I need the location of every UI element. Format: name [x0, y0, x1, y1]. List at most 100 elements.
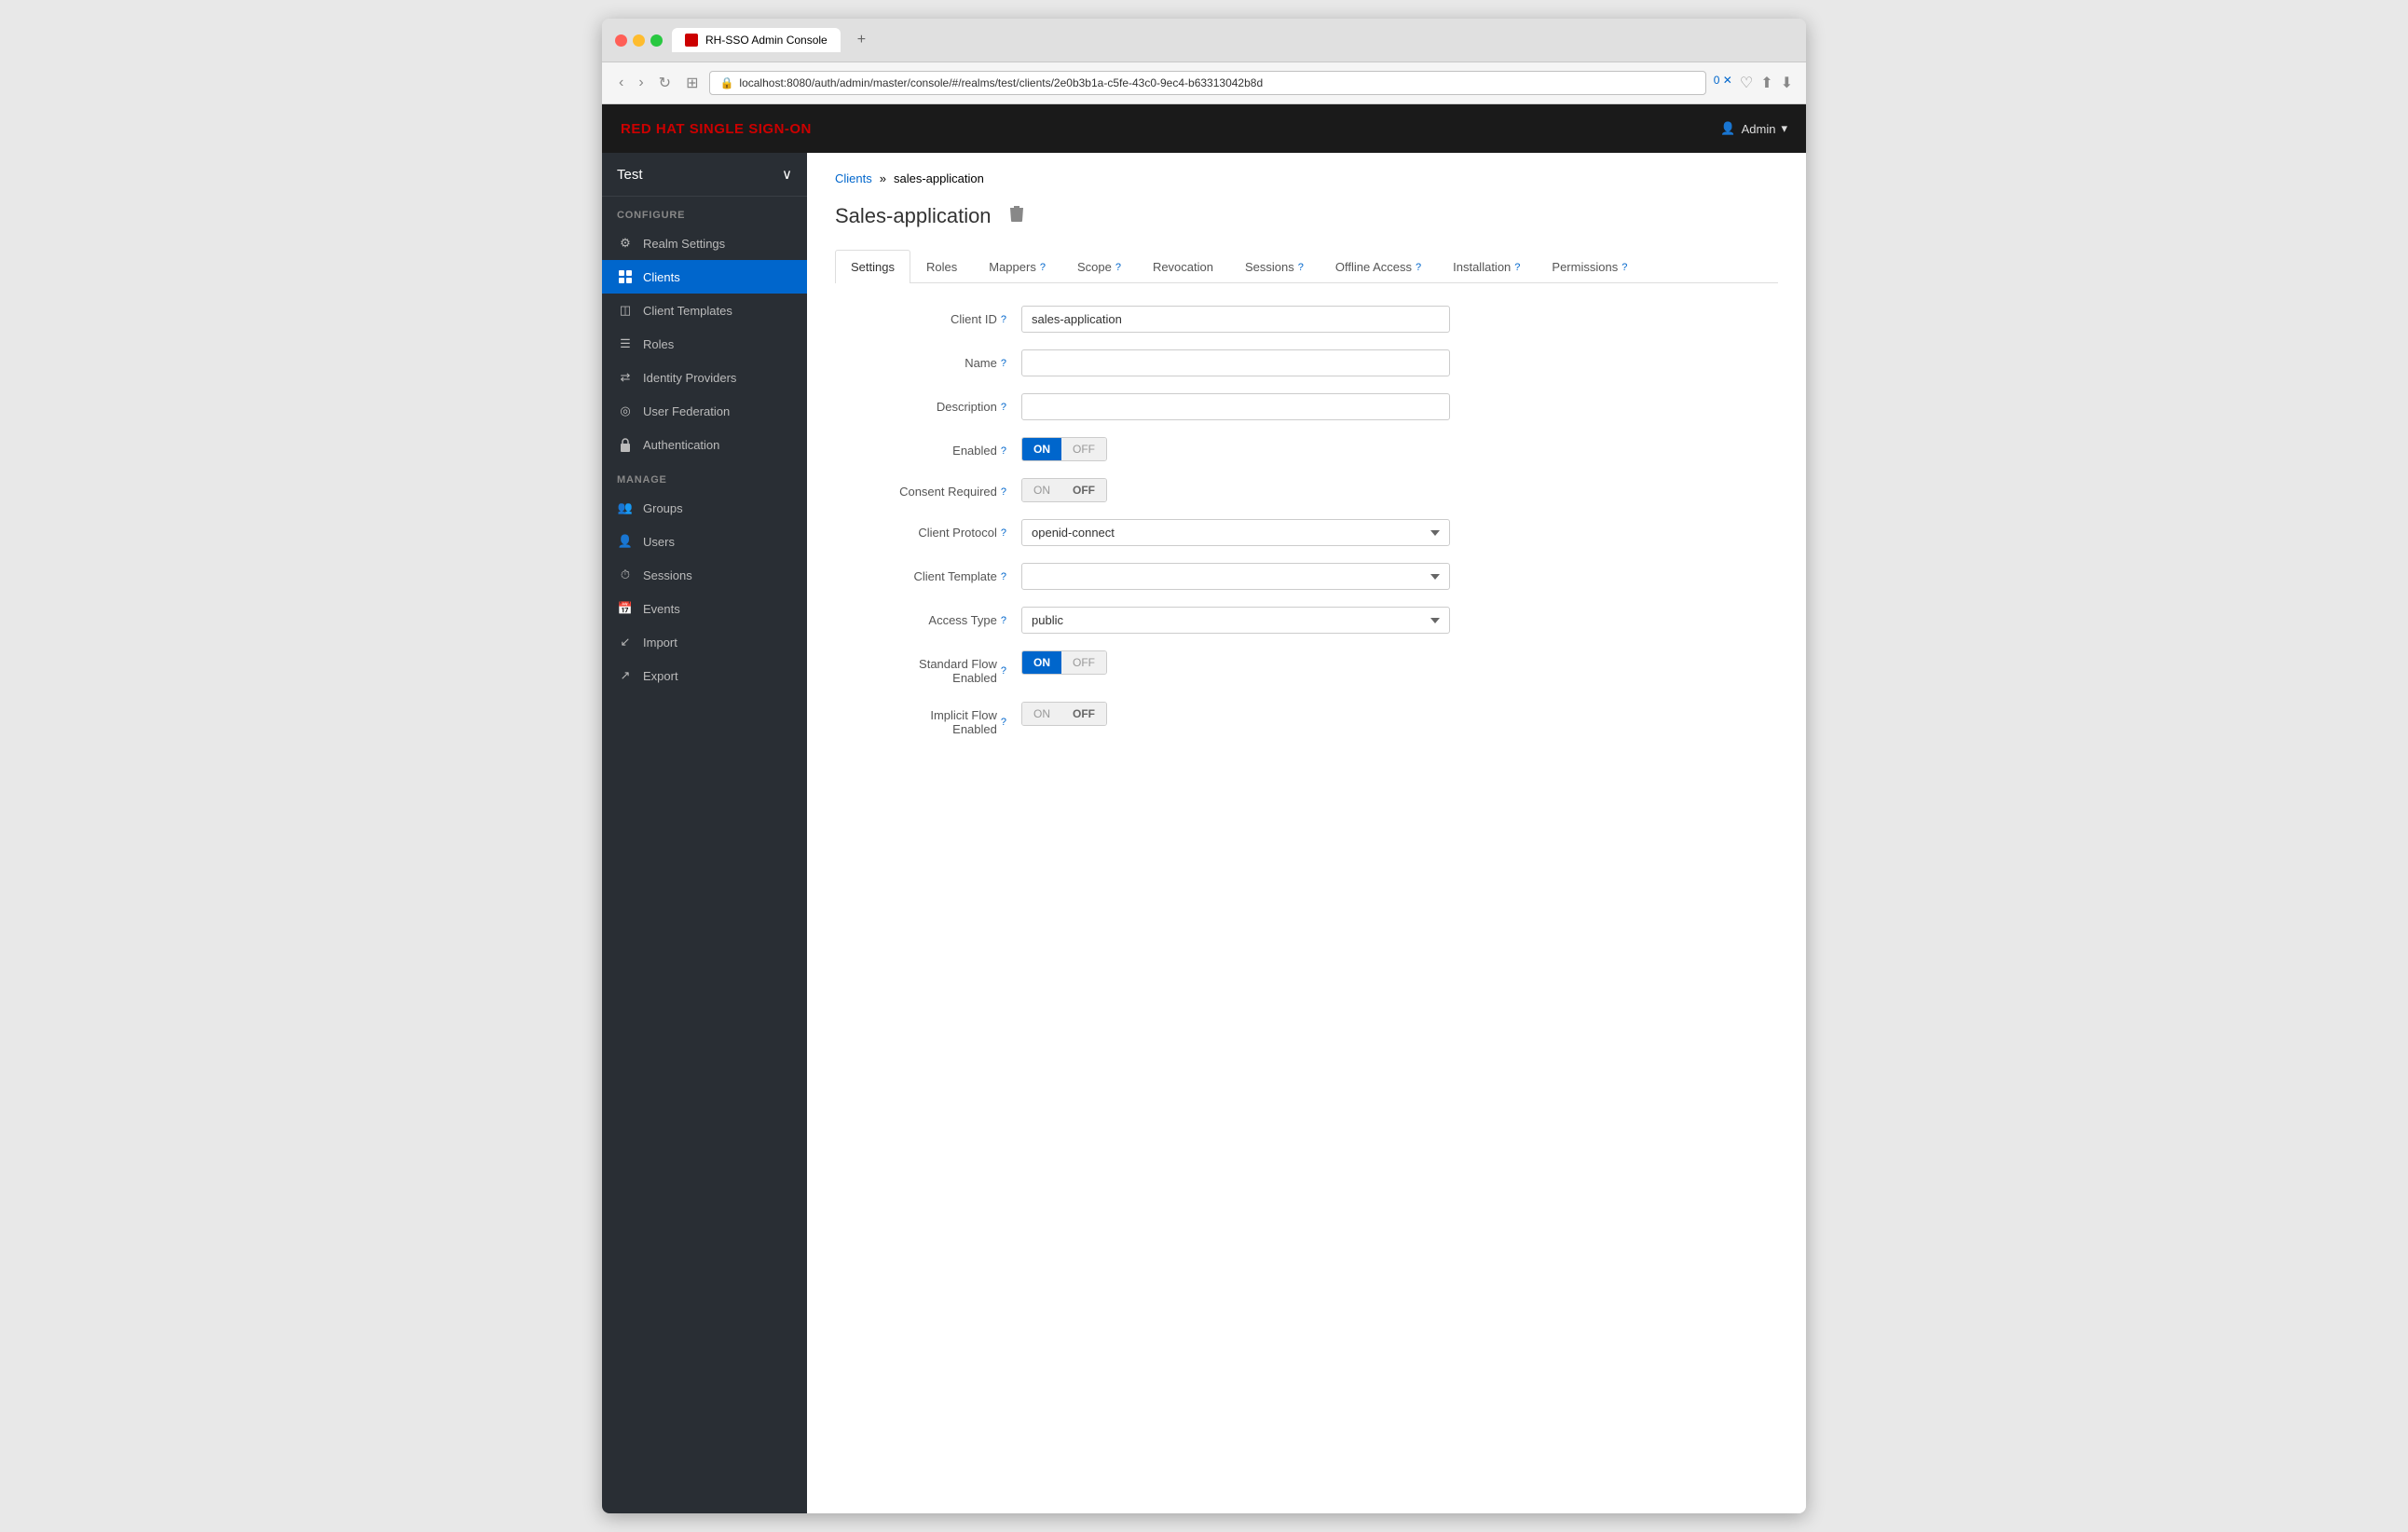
implicit-flow-toggle-control[interactable]: ON OFF [1021, 702, 1107, 726]
sessions-icon: ⏱ [617, 567, 634, 583]
tab-scope[interactable]: Scope ? [1061, 250, 1137, 283]
bookmark-icon[interactable]: ♡ [1740, 74, 1753, 92]
standard-flow-help-icon[interactable]: ? [1001, 665, 1006, 677]
tab-permissions-help[interactable]: ? [1621, 262, 1627, 273]
realm-selector[interactable]: Test ∨ [602, 153, 807, 197]
description-input[interactable] [1021, 393, 1450, 420]
app-layout: RED HAT SINGLE SIGN-ON 👤 Admin ▾ Test ∨ … [602, 104, 1806, 1513]
sidebar-item-authentication[interactable]: Authentication [602, 428, 807, 461]
authentication-icon [617, 436, 634, 453]
user-federation-icon: ◎ [617, 403, 634, 419]
maximize-window-button[interactable] [650, 34, 663, 47]
tab-mappers-help[interactable]: ? [1040, 262, 1046, 273]
consent-required-help-icon[interactable]: ? [1001, 486, 1006, 498]
sidebar-item-label: Identity Providers [643, 371, 736, 385]
client-template-help-icon[interactable]: ? [1001, 571, 1006, 582]
sidebar-item-label: Authentication [643, 438, 719, 452]
consent-toggle-control[interactable]: ON OFF [1021, 478, 1107, 502]
standard-flow-toggle-control[interactable]: ON OFF [1021, 650, 1107, 675]
brand-text: RED HAT SINGLE SIGN-ON [621, 121, 812, 137]
back-button[interactable]: ‹ [615, 71, 627, 95]
tab-installation[interactable]: Installation ? [1437, 250, 1536, 283]
minimize-window-button[interactable] [633, 34, 645, 47]
sidebar-item-clients[interactable]: Clients [602, 260, 807, 294]
browser-tab[interactable]: RH-SSO Admin Console [672, 28, 841, 52]
tab-favicon [685, 34, 698, 47]
access-type-select[interactable]: public confidential bearer-only [1021, 607, 1450, 634]
url-bar[interactable]: 🔒 localhost:8080/auth/admin/master/conso… [709, 71, 1705, 95]
sidebar-item-events[interactable]: 📅 Events [602, 592, 807, 625]
sidebar-item-user-federation[interactable]: ◎ User Federation [602, 394, 807, 428]
tab-sessions-help[interactable]: ? [1298, 262, 1304, 273]
user-icon: 👤 [1720, 121, 1735, 136]
tab-permissions[interactable]: Permissions ? [1536, 250, 1643, 283]
sidebar-item-export[interactable]: ↗ Export [602, 659, 807, 692]
client-id-help-icon[interactable]: ? [1001, 314, 1006, 325]
standard-flow-toggle[interactable]: ON OFF [1021, 650, 1107, 675]
realm-name: Test [617, 167, 643, 183]
sidebar-item-import[interactable]: ↙ Import [602, 625, 807, 659]
enabled-off-label: OFF [1061, 438, 1106, 460]
sidebar-item-sessions[interactable]: ⏱ Sessions [602, 558, 807, 592]
sidebar-item-roles[interactable]: ☰ Roles [602, 327, 807, 361]
enabled-help-icon[interactable]: ? [1001, 445, 1006, 457]
tab-revocation[interactable]: Revocation [1137, 250, 1229, 283]
implicit-flow-toggle[interactable]: ON OFF [1021, 702, 1107, 726]
sidebar-item-groups[interactable]: 👥 Groups [602, 491, 807, 525]
tab-offline-access-help[interactable]: ? [1416, 262, 1421, 273]
sidebar-item-client-templates[interactable]: ◫ Client Templates [602, 294, 807, 327]
tab-roles[interactable]: Roles [910, 250, 973, 283]
new-tab-button[interactable]: + [850, 28, 873, 52]
enabled-toggle-control[interactable]: ON OFF [1021, 437, 1107, 461]
tab-sessions-label: Sessions [1245, 260, 1294, 274]
user-menu[interactable]: 👤 Admin ▾ [1720, 121, 1787, 136]
client-protocol-field-group: Client Protocol ? openid-connect saml [835, 519, 1778, 546]
sidebar-item-realm-settings[interactable]: ⚙ Realm Settings [602, 226, 807, 260]
delete-button[interactable] [1005, 200, 1029, 231]
implicit-flow-label: Implicit FlowEnabled ? [835, 702, 1021, 736]
implicit-flow-help-icon[interactable]: ? [1001, 717, 1006, 728]
tab-offline-access[interactable]: Offline Access ? [1320, 250, 1437, 283]
tab-permissions-label: Permissions [1552, 260, 1618, 274]
implicit-flow-off-label: OFF [1061, 703, 1106, 725]
sidebar-item-label: Realm Settings [643, 237, 725, 251]
client-id-input[interactable] [1021, 306, 1450, 333]
client-protocol-help-icon[interactable]: ? [1001, 527, 1006, 539]
sidebar-item-users[interactable]: 👤 Users [602, 525, 807, 558]
client-template-field-group: Client Template ? [835, 563, 1778, 590]
sidebar-item-label: Client Templates [643, 304, 732, 318]
download-icon[interactable]: ⬇ [1781, 74, 1793, 92]
grid-button[interactable]: ⊞ [682, 70, 702, 96]
browser-navbar: ‹ › ↻ ⊞ 🔒 localhost:8080/auth/admin/mast… [602, 62, 1806, 104]
standard-flow-off-label: OFF [1061, 651, 1106, 674]
access-type-field-group: Access Type ? public confidential bearer… [835, 607, 1778, 634]
name-help-icon[interactable]: ? [1001, 358, 1006, 369]
name-input[interactable] [1021, 349, 1450, 376]
tab-installation-label: Installation [1453, 260, 1511, 274]
access-type-help-icon[interactable]: ? [1001, 615, 1006, 626]
breadcrumb-clients-link[interactable]: Clients [835, 171, 872, 185]
tab-mappers[interactable]: Mappers ? [973, 250, 1061, 283]
consent-required-toggle[interactable]: ON OFF [1021, 478, 1107, 502]
realm-settings-icon: ⚙ [617, 235, 634, 252]
refresh-button[interactable]: ↻ [655, 70, 675, 96]
sidebar-item-identity-providers[interactable]: ⇄ Identity Providers [602, 361, 807, 394]
tab-scope-help[interactable]: ? [1115, 262, 1121, 273]
tab-revocation-label: Revocation [1153, 260, 1213, 274]
sidebar-item-label: Export [643, 669, 678, 683]
forward-button[interactable]: › [635, 71, 647, 95]
tab-sessions[interactable]: Sessions ? [1229, 250, 1320, 283]
enabled-toggle[interactable]: ON OFF [1021, 437, 1107, 461]
tab-settings[interactable]: Settings [835, 250, 910, 283]
breadcrumb-current: sales-application [894, 171, 984, 185]
description-help-icon[interactable]: ? [1001, 402, 1006, 413]
client-protocol-select[interactable]: openid-connect saml [1021, 519, 1450, 546]
identity-providers-icon: ⇄ [617, 369, 634, 386]
client-template-select[interactable] [1021, 563, 1450, 590]
description-field-group: Description ? [835, 393, 1778, 420]
close-window-button[interactable] [615, 34, 627, 47]
share-icon[interactable]: ⬆ [1760, 74, 1772, 92]
sidebar-item-label: User Federation [643, 404, 730, 418]
tab-installation-help[interactable]: ? [1514, 262, 1520, 273]
client-template-label: Client Template ? [835, 563, 1021, 583]
